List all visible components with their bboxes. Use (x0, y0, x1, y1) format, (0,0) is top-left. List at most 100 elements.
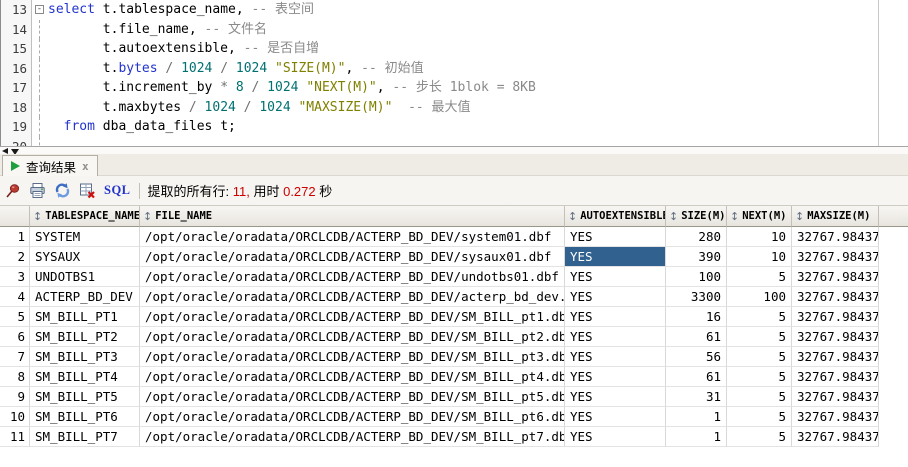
code-token: t.file_name, (48, 22, 197, 37)
code-token: t. (48, 61, 118, 76)
column-header-autoextensible[interactable]: ↕AUTOEXTENSIBLE (565, 206, 666, 227)
table-cell[interactable]: /opt/oracle/oradata/ORCLCDB/ACTERP_BD_DE… (140, 287, 565, 307)
table-cell[interactable]: 390 (666, 247, 727, 267)
table-cell[interactable]: 100 (727, 287, 792, 307)
table-cell[interactable]: YES (565, 227, 666, 247)
row-number-cell[interactable]: 9 (0, 387, 30, 407)
table-cell[interactable]: 5 (727, 387, 792, 407)
table-cell[interactable]: 32767.984375 (792, 267, 879, 287)
row-number-cell[interactable]: 7 (0, 347, 30, 367)
table-cell[interactable]: 32767.984375 (792, 347, 879, 367)
table-cell[interactable]: YES (565, 427, 666, 447)
column-header-next-m-[interactable]: ↕NEXT(M) (727, 206, 792, 227)
fold-collapse-icon[interactable]: - (35, 5, 44, 14)
delete-results-icon[interactable] (79, 182, 96, 199)
table-cell[interactable]: /opt/oracle/oradata/ORCLCDB/ACTERP_BD_DE… (140, 347, 565, 367)
table-cell[interactable]: YES (565, 327, 666, 347)
table-cell[interactable]: /opt/oracle/oradata/ORCLCDB/ACTERP_BD_DE… (140, 407, 565, 427)
table-cell[interactable]: /opt/oracle/oradata/ORCLCDB/ACTERP_BD_DE… (140, 307, 565, 327)
print-icon[interactable] (29, 182, 46, 199)
table-cell[interactable]: YES (565, 267, 666, 287)
table-cell[interactable]: 10 (727, 227, 792, 247)
tab-close-icon[interactable]: x (82, 160, 89, 173)
row-number-cell[interactable]: 11 (0, 427, 30, 447)
table-cell[interactable]: /opt/oracle/oradata/ORCLCDB/ACTERP_BD_DE… (140, 327, 565, 347)
table-cell[interactable]: UNDOTBS1 (30, 267, 140, 287)
row-number-cell[interactable]: 8 (0, 367, 30, 387)
table-cell[interactable]: 5 (727, 347, 792, 367)
table-cell[interactable]: 5 (727, 307, 792, 327)
table-cell[interactable]: SYSTEM (30, 227, 140, 247)
table-cell[interactable]: 32767.984375 (792, 307, 879, 327)
table-cell[interactable]: 5 (727, 267, 792, 287)
code-editor-lines[interactable]: 13-select t.tablespace_name, -- 表空间14 t.… (1, 0, 908, 146)
row-number-cell[interactable]: 6 (0, 327, 30, 347)
table-cell[interactable]: YES (565, 287, 666, 307)
row-number-cell[interactable]: 2 (0, 247, 30, 267)
table-cell[interactable]: 10 (727, 247, 792, 267)
table-cell[interactable]: 1 (666, 427, 727, 447)
table-cell[interactable]: 32767.984375 (792, 367, 879, 387)
table-cell[interactable]: SYSAUX (30, 247, 140, 267)
row-number-cell[interactable]: 1 (0, 227, 30, 247)
table-cell[interactable]: SM_BILL_PT6 (30, 407, 140, 427)
table-cell[interactable]: 3300 (666, 287, 727, 307)
table-cell[interactable]: YES (565, 387, 666, 407)
table-cell[interactable]: 16 (666, 307, 727, 327)
row-number-cell[interactable]: 5 (0, 307, 30, 327)
table-cell[interactable]: ACTERP_BD_DEV (30, 287, 140, 307)
refresh-icon[interactable] (54, 182, 71, 199)
table-cell[interactable]: /opt/oracle/oradata/ORCLCDB/ACTERP_BD_DE… (140, 247, 565, 267)
table-cell[interactable]: 32767.984375 (792, 327, 879, 347)
table-cell[interactable]: /opt/oracle/oradata/ORCLCDB/ACTERP_BD_DE… (140, 367, 565, 387)
pin-icon[interactable] (4, 182, 21, 199)
table-cell[interactable]: /opt/oracle/oradata/ORCLCDB/ACTERP_BD_DE… (140, 387, 565, 407)
column-header-size-m-[interactable]: ↕SIZE(M) (666, 206, 727, 227)
table-cell[interactable]: 32767.984375 (792, 287, 879, 307)
table-row: 2SYSAUX/opt/oracle/oradata/ORCLCDB/ACTER… (0, 247, 908, 267)
sql-editor[interactable]: 13-select t.tablespace_name, -- 表空间14 t.… (0, 0, 908, 146)
sql-button[interactable]: SQL (104, 183, 131, 198)
row-number-cell[interactable]: 10 (0, 407, 30, 427)
table-cell[interactable]: /opt/oracle/oradata/ORCLCDB/ACTERP_BD_DE… (140, 427, 565, 447)
table-cell[interactable]: 32767.984375 (792, 247, 879, 267)
tab-query-result[interactable]: 查询结果 x (2, 155, 98, 176)
column-header-label: SIZE(M) (681, 210, 725, 222)
table-cell[interactable]: 1 (666, 407, 727, 427)
table-cell[interactable]: SM_BILL_PT5 (30, 387, 140, 407)
table-cell[interactable]: YES (565, 307, 666, 327)
row-number-cell[interactable]: 3 (0, 267, 30, 287)
table-cell[interactable]: YES (565, 367, 666, 387)
table-cell[interactable]: YES (565, 347, 666, 367)
table-cell[interactable]: 280 (666, 227, 727, 247)
table-cell[interactable]: 32767.984375 (792, 227, 879, 247)
table-cell[interactable]: SM_BILL_PT3 (30, 347, 140, 367)
column-header-tablespace-name[interactable]: ↕TABLESPACE_NAME (30, 206, 140, 227)
line-number: 17 (1, 78, 32, 98)
table-cell[interactable]: YES (565, 247, 666, 267)
table-cell[interactable]: YES (565, 407, 666, 427)
table-cell[interactable]: SM_BILL_PT1 (30, 307, 140, 327)
row-number-cell[interactable]: 4 (0, 287, 30, 307)
table-cell[interactable]: 32767.984375 (792, 387, 879, 407)
editor-results-splitter[interactable] (0, 146, 908, 154)
table-cell[interactable]: 56 (666, 347, 727, 367)
table-cell[interactable]: 32767.984375 (792, 407, 879, 427)
table-cell[interactable]: 100 (666, 267, 727, 287)
table-cell[interactable]: SM_BILL_PT7 (30, 427, 140, 447)
column-header-maxsize-m-[interactable]: ↕MAXSIZE(M) (792, 206, 879, 227)
table-cell[interactable]: 5 (727, 427, 792, 447)
table-cell[interactable]: 5 (727, 407, 792, 427)
table-cell[interactable]: /opt/oracle/oradata/ORCLCDB/ACTERP_BD_DE… (140, 267, 565, 287)
table-cell[interactable]: 61 (666, 327, 727, 347)
table-cell[interactable]: 5 (727, 367, 792, 387)
table-cell[interactable]: SM_BILL_PT2 (30, 327, 140, 347)
table-cell[interactable]: 31 (666, 387, 727, 407)
code-token: t.autoextensible, (48, 41, 236, 56)
table-cell[interactable]: 32767.984375 (792, 427, 879, 447)
table-cell[interactable]: /opt/oracle/oradata/ORCLCDB/ACTERP_BD_DE… (140, 227, 565, 247)
table-cell[interactable]: SM_BILL_PT4 (30, 367, 140, 387)
table-cell[interactable]: 61 (666, 367, 727, 387)
table-cell[interactable]: 5 (727, 327, 792, 347)
column-header-file-name[interactable]: ↕FILE_NAME (140, 206, 565, 227)
